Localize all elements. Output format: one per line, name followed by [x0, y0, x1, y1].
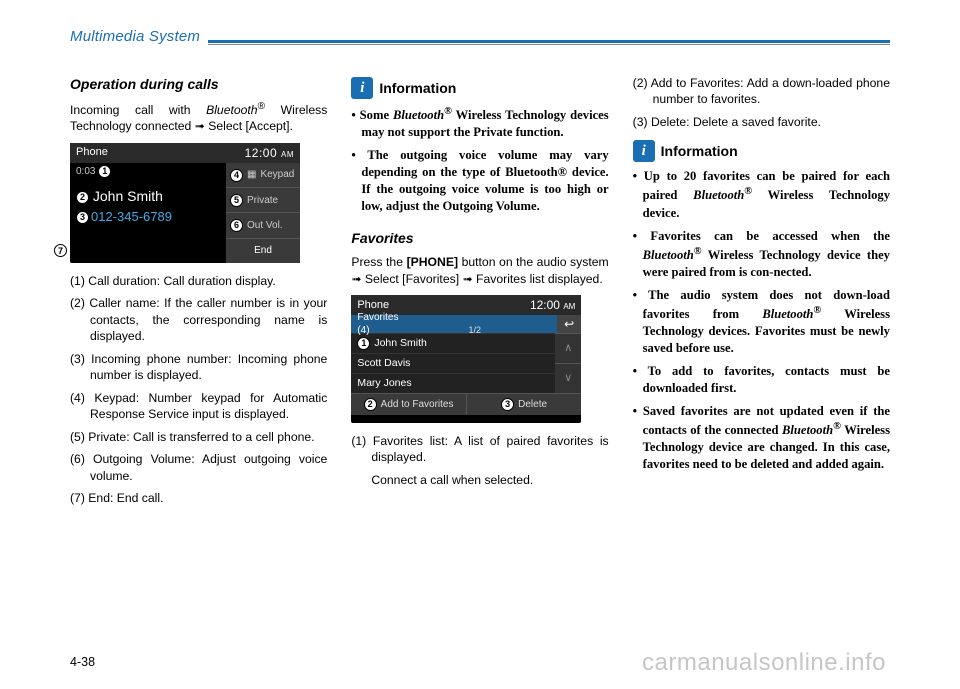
- marker-5: 5: [230, 194, 243, 207]
- watermark: carmanualsonline.info: [642, 649, 886, 677]
- screen-title: Phone: [76, 145, 245, 160]
- list-item-7: (7) End: End call.: [70, 490, 327, 506]
- column-1: Operation during calls Incoming call wit…: [70, 75, 327, 513]
- list-item-4: (4) Keypad: Number keypad for Automatic …: [70, 390, 327, 423]
- marker-3: 3: [76, 211, 89, 224]
- marker-2: 2: [76, 191, 89, 204]
- marker-7: 7: [54, 244, 67, 257]
- info-bullet-1: • Some Bluetooth® Wireless Technology de…: [351, 105, 608, 141]
- subhead-favorites: Favorites: [351, 229, 608, 248]
- favorites-count: Favorites (4): [357, 311, 398, 338]
- fav-item-3: (3) Delete: Delete a saved favorite.: [633, 114, 890, 130]
- list-item-3: (3) Incoming phone number: Incoming phon…: [70, 351, 327, 384]
- intro-paragraph: Incoming call with Bluetooth® Wireless T…: [70, 100, 327, 135]
- phone-screenshot-call: Phone 12:00 AM 0:03 1 2 John Smith 3012-…: [70, 143, 300, 263]
- fav-item-1b: Connect a call when selected.: [351, 472, 608, 488]
- caller-name: John Smith: [93, 188, 163, 204]
- call-duration: 0:03: [76, 166, 95, 177]
- list-item-1: (1) Call duration: Call duration display…: [70, 273, 327, 289]
- column-3: (2) Add to Favorites: Add a down-loaded …: [633, 75, 890, 513]
- fav-item-2: (2) Add to Favorites: Add a down-loaded …: [633, 75, 890, 108]
- subhead-operation: Operation during calls: [70, 75, 327, 94]
- marker-6: 6: [230, 219, 243, 232]
- registered-mark: ®: [258, 101, 265, 112]
- info2-bullet-4: • To add to favorites, contacts must be …: [633, 363, 890, 397]
- list-item-2: (2) Caller name: If the caller number is…: [70, 295, 327, 344]
- favorite-row[interactable]: Scott Davis🏠︎: [351, 353, 581, 373]
- screen-clock: 12:00 AM: [245, 145, 294, 161]
- page-number: 4-38: [70, 655, 95, 669]
- scroll-up[interactable]: ∧: [555, 333, 581, 363]
- information-heading: i Information: [351, 77, 608, 99]
- information-heading-2: i Information: [633, 140, 890, 162]
- marker-3: 3: [501, 398, 514, 411]
- info-icon: i: [351, 77, 373, 99]
- outvol-button[interactable]: 6Out Vol.: [226, 212, 300, 237]
- marker-4: 4: [230, 169, 243, 182]
- caller-number: 012-345-6789: [91, 209, 172, 224]
- favorites-intro: Press the [PHONE] button on the audio sy…: [351, 254, 608, 287]
- info2-bullet-1: • Up to 20 favorites can be paired for e…: [633, 168, 890, 221]
- favorite-row[interactable]: 1John Smith▯: [351, 333, 581, 353]
- column-2: i Information • Some Bluetooth® Wireless…: [351, 75, 608, 513]
- fav-item-1: (1) Favorites list: A list of paired fav…: [351, 433, 608, 466]
- add-favorites-button[interactable]: 2Add to Favorites: [351, 393, 466, 415]
- favorite-row[interactable]: Mary Jones▯: [351, 373, 581, 393]
- page-header: Multimedia System: [70, 28, 890, 45]
- private-button[interactable]: 5Private: [226, 187, 300, 212]
- list-item-5: (5) Private: Call is transferred to a ce…: [70, 429, 327, 445]
- info-label: Information: [379, 79, 456, 98]
- phone-screenshot-favorites: Phone 12:00 AM Favorites (4) 1/2 ↩ 1John…: [351, 295, 581, 423]
- back-button[interactable]: ↩: [557, 315, 581, 333]
- favorites-subbar: Favorites (4) 1/2: [351, 315, 557, 333]
- info2-bullet-3: • The audio system does not down-load fa…: [633, 287, 890, 357]
- text: Incoming call with: [70, 103, 206, 117]
- info2-bullet-5: • Saved favorites are not updated even i…: [633, 403, 890, 473]
- keypad-icon: ▦: [247, 168, 256, 182]
- marker-2: 2: [364, 398, 377, 411]
- scroll-down[interactable]: ∨: [555, 363, 581, 393]
- info2-bullet-2: • Favorites can be accessed when the Blu…: [633, 228, 890, 281]
- delete-button[interactable]: 3Delete: [466, 393, 582, 415]
- marker-1: 1: [98, 165, 111, 178]
- end-button[interactable]: 7End: [226, 238, 300, 263]
- info-icon: i: [633, 140, 655, 162]
- info-label: Information: [661, 142, 738, 161]
- marker-1: 1: [357, 337, 370, 350]
- keypad-button[interactable]: 4▦Keypad: [226, 163, 300, 187]
- info-bullet-2: • The outgoing voice volume may vary dep…: [351, 147, 608, 215]
- header-rule: [208, 40, 890, 45]
- header-title: Multimedia System: [70, 28, 200, 45]
- text-italic: Bluetooth: [206, 103, 258, 117]
- page-footer: 4-38: [70, 655, 95, 669]
- list-item-6: (6) Outgoing Volume: Adjust outgoing voi…: [70, 451, 327, 484]
